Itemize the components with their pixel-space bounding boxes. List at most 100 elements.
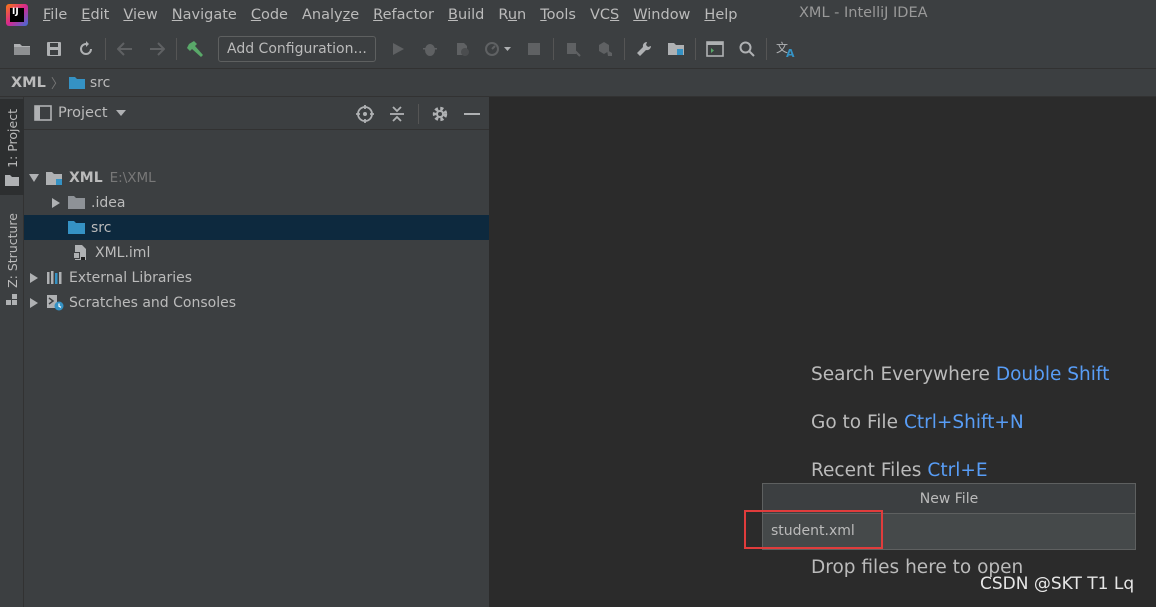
project-view-icon (34, 105, 52, 121)
attach-debugger-icon[interactable] (561, 37, 585, 61)
toolbar-separator (623, 38, 625, 60)
expand-arrow-icon[interactable] (28, 172, 40, 184)
run-coverage-icon[interactable] (450, 37, 474, 61)
hint-label: Go to File (811, 412, 898, 433)
run-anything-icon[interactable] (703, 37, 727, 61)
menu-help[interactable]: Help (697, 0, 744, 30)
settings-wrench-icon[interactable] (632, 37, 656, 61)
tab-project[interactable]: 1: Project (0, 99, 24, 195)
menu-refactor[interactable]: Refactor (366, 0, 441, 30)
tree-item-label: src (91, 219, 112, 236)
project-structure-icon[interactable] (664, 37, 688, 61)
tree-item-iml-file[interactable]: XML.iml (24, 240, 489, 265)
collapsed-arrow-icon[interactable] (28, 272, 40, 284)
menu-mnemonic: C (250, 7, 261, 23)
menu-label-part: indow (647, 7, 691, 23)
hint-go-to-file: Go to File Ctrl+Shift+N (811, 412, 1024, 433)
translate-icon[interactable]: 文A (774, 37, 798, 61)
menu-mnemonic: V (123, 7, 133, 23)
hint-label: Search Everywhere (811, 364, 990, 385)
tree-item-path: E:\XML (109, 169, 156, 186)
toolbar-separator (105, 38, 106, 60)
deploy-icon[interactable] (593, 37, 617, 61)
tree-item-label: XML.iml (95, 244, 151, 261)
scratches-icon (46, 295, 64, 311)
source-folder-icon (68, 220, 86, 236)
locate-file-icon[interactable] (354, 103, 376, 125)
search-icon[interactable] (735, 37, 759, 61)
menu-vcs[interactable]: VCS (583, 0, 626, 30)
hint-shortcut: Double Shift (995, 364, 1110, 385)
menu-analyze[interactable]: Analyze (295, 0, 366, 30)
tree-item-external-libraries[interactable]: External Libraries (24, 265, 489, 290)
menu-mnemonic: W (633, 7, 648, 23)
menu-window[interactable]: Window (626, 0, 697, 30)
project-view-selector[interactable]: Project (58, 105, 108, 121)
tree-item-idea-folder[interactable]: .idea (24, 190, 489, 215)
svg-text:A: A (786, 47, 795, 58)
tree-item-xml-module[interactable]: XML E:\XML (24, 165, 489, 190)
module-folder-icon (46, 170, 64, 186)
breadcrumb-project[interactable]: XML (11, 75, 46, 91)
menu-label-part: ools (546, 7, 576, 23)
breadcrumb-separator-icon: 〉 (50, 77, 64, 92)
folder-icon (68, 195, 86, 211)
menu-label-part: elp (715, 7, 738, 23)
menu-build[interactable]: Build (441, 0, 491, 30)
collapse-all-icon[interactable] (386, 103, 408, 125)
chevron-down-icon[interactable] (115, 110, 126, 116)
menu-navigate[interactable]: Navigate (165, 0, 244, 30)
menu-label-part: Analy (301, 7, 343, 23)
save-all-icon[interactable] (42, 37, 66, 61)
stop-icon[interactable] (522, 37, 546, 61)
toolbar-separator (176, 38, 177, 60)
menu-label-part: VC (589, 7, 611, 23)
synchronize-icon[interactable] (74, 37, 98, 61)
menu-code[interactable]: Code (244, 0, 295, 30)
collapsed-arrow-icon[interactable] (28, 297, 40, 309)
project-panel-actions (344, 97, 483, 130)
run-icon[interactable] (386, 37, 410, 61)
forward-arrow-icon[interactable] (145, 37, 169, 61)
profile-icon[interactable] (482, 37, 514, 61)
hint-label: Recent Files (811, 460, 922, 481)
tree-item-label: XML (69, 169, 103, 186)
menu-label-part: uild (457, 7, 485, 23)
tree-item-scratches[interactable]: Scratches and Consoles (24, 290, 489, 315)
tree-item-label: Scratches and Consoles (69, 294, 236, 311)
menu-label-part: e (350, 7, 360, 23)
hide-panel-icon[interactable] (461, 103, 483, 125)
menu-edit[interactable]: Edit (74, 0, 116, 30)
toolbar-separator (765, 38, 767, 60)
back-arrow-icon[interactable] (113, 37, 137, 61)
project-panel-header: Project (24, 97, 489, 130)
tab-project-label: 1: Project (4, 109, 20, 168)
hint-shortcut: Ctrl+E (927, 460, 988, 481)
menu-mnemonic: S (610, 7, 620, 23)
add-configuration-button[interactable]: Add Configuration... (218, 36, 376, 62)
gear-icon[interactable] (429, 103, 451, 125)
collapsed-arrow-icon[interactable] (50, 197, 62, 209)
tab-structure-label: Z: Structure (4, 213, 20, 288)
menu-label-part: ile (50, 7, 68, 23)
menu-file[interactable]: File (36, 0, 74, 30)
menu-run[interactable]: Run (491, 0, 533, 30)
tab-structure[interactable]: Z: Structure (0, 209, 24, 309)
annotation-highlight-box (744, 510, 883, 549)
folder-icon (68, 77, 85, 89)
open-folder-icon[interactable] (10, 37, 34, 61)
breadcrumb-folder[interactable]: src (90, 75, 110, 91)
menu-label-part: dit (90, 7, 110, 23)
tree-item-label: External Libraries (69, 269, 192, 286)
debug-icon[interactable] (418, 37, 442, 61)
menu-label-part: avigate (182, 7, 237, 23)
left-tool-strip: 1: Project Z: Structure (0, 97, 24, 607)
menu-label-part: n (517, 7, 527, 23)
menu-view[interactable]: View (116, 0, 164, 30)
intellij-logo-icon: IJ (6, 4, 28, 26)
menu-tools[interactable]: Tools (533, 0, 583, 30)
menu-mnemonic: H (704, 7, 716, 23)
hint-search-everywhere: Search Everywhere Double Shift (811, 364, 1109, 385)
tree-item-src-folder[interactable]: src (24, 215, 489, 240)
build-hammer-icon[interactable] (184, 37, 208, 61)
